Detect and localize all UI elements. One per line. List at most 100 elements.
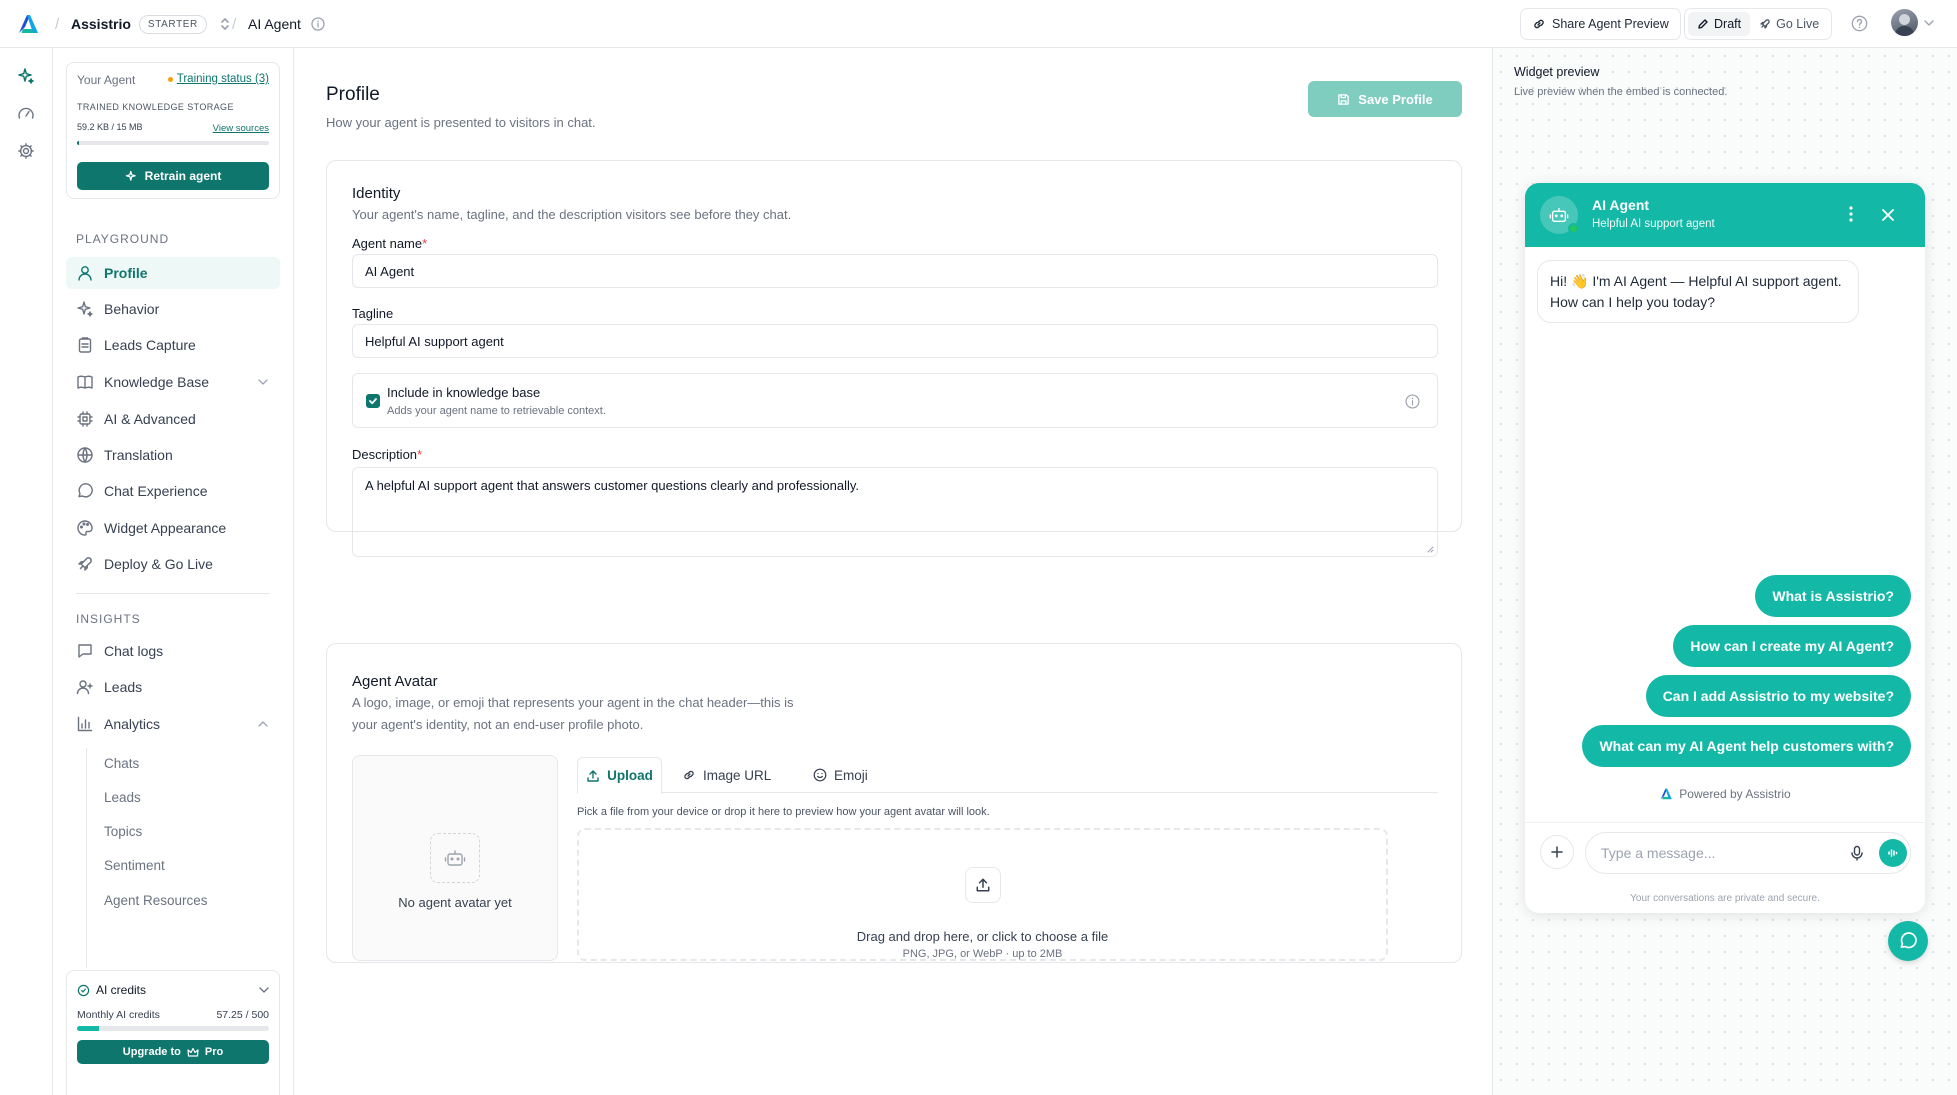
assistrio-logo[interactable] (16, 12, 40, 36)
tab-emoji-label: Emoji (834, 767, 868, 783)
sidebar: Your Agent Training status (3) TRAINED K… (54, 48, 294, 1095)
ai-credits-card: AI credits Monthly AI credits 57.25 / 50… (66, 970, 280, 1095)
subnav-item-topics[interactable]: Topics (104, 824, 142, 839)
help-icon[interactable] (1851, 15, 1868, 32)
sidebar-item-knowledge-base[interactable]: Knowledge Base (66, 366, 280, 398)
sidebar-item-chat-experience[interactable]: Chat Experience (66, 475, 280, 507)
storage-progress-fill (77, 141, 79, 145)
microphone-icon[interactable] (1850, 845, 1864, 861)
widget-agent-avatar (1540, 196, 1579, 234)
chevron-updown-icon[interactable] (219, 17, 231, 31)
suggestion-chip-1[interactable]: What is Assistrio? (1755, 575, 1911, 617)
message-input[interactable]: Type a message... (1585, 832, 1911, 874)
share-label: Share Agent Preview (1552, 17, 1669, 31)
link-icon (1532, 17, 1546, 31)
tagline-input[interactable]: Helpful AI support agent (352, 324, 1438, 358)
chat-widget: AI Agent Helpful AI support agent Hi! 👋 … (1525, 183, 1925, 913)
subnav-item-sentiment[interactable]: Sentiment (104, 858, 165, 873)
attach-button[interactable] (1540, 835, 1574, 869)
waveform-icon (1888, 849, 1898, 857)
resize-handle-icon[interactable] (1426, 545, 1434, 553)
go-live-button[interactable]: Go Live (1750, 12, 1828, 36)
dropzone-title: Drag and drop here, or click to choose a… (856, 929, 1109, 944)
include-kb-checkbox[interactable] (366, 394, 380, 408)
icon-rail (0, 48, 53, 1095)
sidebar-item-leads[interactable]: Leads (66, 671, 280, 703)
upload-icon-box (965, 867, 1001, 903)
credits-progress-fill (77, 1026, 99, 1031)
upgrade-plan: Pro (204, 1046, 224, 1058)
widget-preview-subtitle: Live preview when the embed is connected… (1514, 86, 1728, 98)
gear-icon[interactable] (15, 140, 37, 162)
breadcrumb-workspace[interactable]: Assistrio STARTER (71, 0, 231, 48)
subnav-item-chats[interactable]: Chats (104, 756, 139, 771)
retrain-agent-button[interactable]: Retrain agent (77, 162, 269, 190)
sidebar-item-leads-capture[interactable]: Leads Capture (66, 329, 280, 361)
file-dropzone[interactable]: Drag and drop here, or click to choose a… (577, 828, 1388, 961)
identity-title: Identity (352, 185, 401, 202)
view-sources-link[interactable]: View sources (213, 123, 269, 134)
breadcrumb-agent[interactable]: AI Agent (248, 0, 325, 48)
powered-by[interactable]: Powered by Assistrio (1525, 787, 1925, 801)
chevron-down-icon[interactable] (258, 378, 268, 386)
draft-button[interactable]: Draft (1688, 12, 1751, 36)
bar-chart-icon (76, 715, 94, 733)
ai-credits-header[interactable]: AI credits (77, 983, 269, 997)
subnav-item-agent-resources[interactable]: Agent Resources (104, 893, 208, 908)
monthly-credits-label: Monthly AI credits (77, 1009, 160, 1021)
credits-progress-bar (77, 1026, 269, 1031)
suggestion-chip-4[interactable]: What can my AI Agent help customers with… (1582, 725, 1911, 767)
top-bar: / Assistrio STARTER / AI Agent Share Age… (0, 0, 1957, 48)
message-square-icon (76, 642, 94, 660)
tab-emoji[interactable]: Emoji (813, 757, 868, 793)
tab-upload[interactable]: Upload (577, 757, 662, 794)
sidebar-item-behavior[interactable]: Behavior (66, 293, 280, 325)
tab-image-url-label: Image URL (703, 767, 772, 783)
sidebar-item-profile[interactable]: Profile (66, 257, 280, 289)
training-status-link[interactable]: Training status (3) (167, 73, 269, 85)
sidebar-item-translation[interactable]: Translation (66, 439, 280, 471)
sidebar-item-label: AI & Advanced (104, 411, 196, 427)
share-agent-preview-button[interactable]: Share Agent Preview (1520, 8, 1681, 40)
training-status-label: Training status (3) (176, 73, 269, 85)
user-icon (76, 264, 94, 282)
sidebar-item-deploy-go-live[interactable]: Deploy & Go Live (66, 548, 280, 580)
plan-badge: STARTER (138, 14, 207, 34)
suggestion-chip-2[interactable]: How can I create my AI Agent? (1673, 625, 1911, 667)
agent-name-input[interactable]: AI Agent (352, 254, 1438, 288)
sidebar-item-chat-logs[interactable]: Chat logs (66, 635, 280, 667)
sidebar-item-label: Chat logs (104, 643, 164, 659)
upgrade-pro-button[interactable]: Upgrade to Pro (77, 1040, 269, 1064)
gauge-icon[interactable] (15, 103, 37, 125)
tab-image-url[interactable]: Image URL (682, 757, 771, 793)
close-icon[interactable] (1881, 208, 1895, 222)
description-textarea[interactable]: A helpful AI support agent that answers … (352, 467, 1438, 557)
sidebar-item-label: Leads Capture (104, 337, 196, 353)
sidebar-item-label: Deploy & Go Live (104, 556, 213, 572)
subnav-item-leads[interactable]: Leads (104, 790, 141, 805)
suggestion-chip-3[interactable]: Can I add Assistrio to my website? (1645, 675, 1911, 717)
palette-icon (76, 519, 94, 537)
chevron-up-icon[interactable] (258, 720, 268, 728)
more-vertical-icon[interactable] (1849, 205, 1853, 223)
go-live-label: Go Live (1776, 17, 1820, 31)
page-subtitle: How your agent is presented to visitors … (326, 115, 596, 130)
chevron-down-icon[interactable] (1924, 19, 1934, 27)
widget-agent-name: AI Agent (1592, 197, 1650, 213)
chat-launcher-button[interactable] (1888, 921, 1928, 961)
chat-widget-header: AI Agent Helpful AI support agent (1525, 183, 1925, 247)
sidebar-item-ai-advanced[interactable]: AI & Advanced (66, 403, 280, 435)
save-profile-button[interactable]: Save Profile (1308, 81, 1462, 117)
info-icon[interactable] (311, 17, 325, 31)
plus-icon (1551, 846, 1563, 858)
sparkle-icon[interactable] (15, 65, 37, 87)
sidebar-item-widget-appearance[interactable]: Widget Appearance (66, 512, 280, 544)
info-icon[interactable] (1405, 394, 1420, 409)
sidebar-item-analytics[interactable]: Analytics (66, 708, 280, 740)
user-avatar[interactable] (1891, 9, 1918, 36)
clipboard-icon (76, 336, 94, 354)
agent-name-label: Agent name* (352, 236, 427, 251)
tagline-label: Tagline (352, 306, 393, 321)
voice-send-button[interactable] (1879, 839, 1907, 867)
greeting-bubble: Hi! 👋 I'm AI Agent — Helpful AI support … (1537, 260, 1859, 323)
